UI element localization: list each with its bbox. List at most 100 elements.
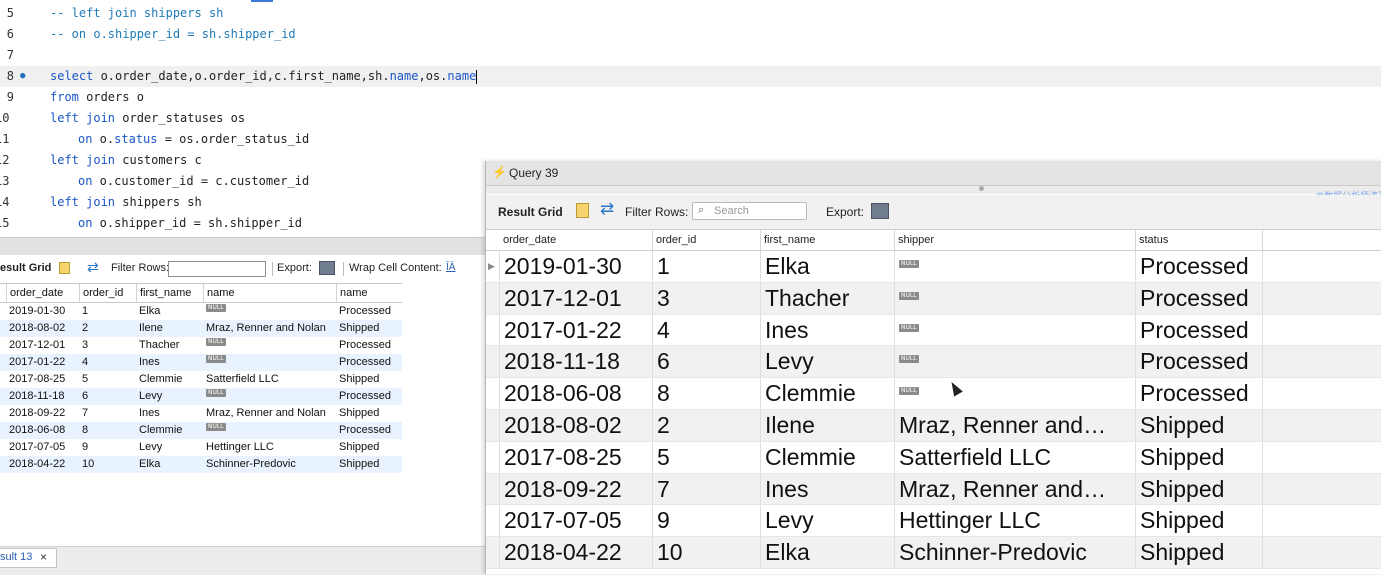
table-row[interactable]: 2017-12-01 3 Thacher NULL Processed — [0, 337, 402, 354]
table-cell[interactable]: Ilene — [760, 409, 894, 441]
table-cell[interactable]: 2018-09-22 — [500, 474, 652, 505]
table-cell[interactable]: Shipped — [336, 371, 402, 388]
table-cell[interactable]: Levy — [760, 505, 894, 537]
table-cell[interactable]: 5 — [652, 441, 760, 473]
table-cell[interactable]: Processed — [336, 388, 402, 405]
table-row[interactable]: 2017-01-22 4 Ines NULL Processed — [486, 314, 1381, 347]
table-row[interactable]: 2017-08-25 5 Clemmie Satterfield LLC Shipped — [486, 441, 1381, 474]
table-cell[interactable]: Shipped — [336, 456, 402, 473]
table-cell[interactable]: Levy — [760, 346, 894, 378]
table-cell[interactable]: 2018-11-18 — [6, 388, 79, 405]
table-row[interactable]: 2018-04-22 10 Elka Schinner-Predovic Shipped — [486, 537, 1381, 569]
grid-view-icon[interactable] — [59, 262, 70, 274]
table-row[interactable]: 2018-06-08 8 Clemmie NULL Processed — [0, 422, 402, 439]
row-selector[interactable] — [486, 473, 500, 505]
table-cell[interactable]: 2017-08-25 — [6, 371, 79, 388]
table-cell[interactable]: Ilene — [136, 320, 203, 337]
table-cell[interactable]: 6 — [79, 388, 136, 405]
table-row[interactable]: 2017-12-01 3 Thacher NULL Processed — [486, 282, 1381, 315]
table-cell[interactable]: 9 — [79, 439, 136, 456]
column-header[interactable]: status — [1135, 230, 1262, 250]
table-cell[interactable]: Mraz, Renner and… — [894, 409, 1135, 441]
table-cell[interactable]: NULL — [894, 378, 1135, 409]
code-line[interactable]: 10 left join order_statuses os — [0, 108, 1381, 129]
table-cell[interactable]: Shipped — [1135, 537, 1262, 568]
table-cell[interactable]: NULL — [203, 303, 336, 320]
table-cell[interactable]: 2018-08-02 — [500, 410, 652, 441]
table-cell[interactable]: 7 — [652, 473, 760, 505]
code-line[interactable]: 7 — [0, 45, 1381, 66]
table-cell[interactable]: NULL — [203, 337, 336, 354]
table-cell[interactable]: Hettinger LLC — [203, 439, 336, 456]
table-cell[interactable]: NULL — [894, 346, 1135, 378]
wrap-cell-icon[interactable]: ĪĀ — [446, 262, 455, 273]
table-cell[interactable]: NULL — [203, 388, 336, 405]
column-header[interactable]: shipper — [894, 230, 1135, 250]
result-grid-label[interactable]: esult Grid — [0, 262, 51, 274]
table-cell[interactable]: 2018-04-22 — [6, 456, 79, 473]
table-cell[interactable]: NULL — [894, 251, 1135, 282]
code-line[interactable]: 9 from orders o — [0, 87, 1381, 108]
table-cell[interactable]: 2 — [652, 409, 760, 441]
query-title[interactable]: Query 39 — [509, 166, 558, 180]
column-header[interactable]: order_date — [500, 230, 652, 250]
table-cell[interactable]: Shipped — [1135, 473, 1262, 505]
table-cell[interactable]: 2018-04-22 — [500, 537, 652, 568]
table-cell[interactable]: Elka — [136, 303, 203, 320]
table-cell[interactable]: Processed — [336, 303, 402, 320]
table-cell[interactable]: NULL — [203, 354, 336, 371]
table-cell[interactable]: 10 — [79, 456, 136, 473]
table-cell[interactable]: Processed — [1135, 251, 1262, 282]
table-cell[interactable]: Clemmie — [136, 371, 203, 388]
table-cell[interactable]: Hettinger LLC — [894, 505, 1135, 537]
table-cell[interactable]: 1 — [652, 251, 760, 282]
search-input[interactable]: ⌕ Search — [692, 202, 807, 220]
table-cell[interactable]: Shipped — [336, 405, 402, 422]
result-grid-label[interactable]: Result Grid — [498, 205, 563, 219]
row-selector[interactable] — [486, 282, 500, 314]
table-cell[interactable]: Mraz, Renner and… — [894, 473, 1135, 505]
table-cell[interactable]: 2017-12-01 — [500, 283, 652, 314]
table-cell[interactable]: Elka — [136, 456, 203, 473]
export-icon[interactable] — [319, 261, 335, 275]
table-cell[interactable]: Shipped — [336, 439, 402, 456]
table-row[interactable]: 2017-07-05 9 Levy Hettinger LLC Shipped — [486, 505, 1381, 538]
row-selector[interactable] — [486, 346, 500, 378]
export-icon[interactable] — [871, 203, 889, 219]
table-cell[interactable]: 2018-11-18 — [500, 346, 652, 377]
column-header[interactable]: first_name — [136, 284, 203, 302]
table-cell[interactable]: 2017-12-01 — [6, 337, 79, 354]
row-selector[interactable] — [486, 378, 500, 409]
table-cell[interactable]: Shipped — [1135, 441, 1262, 473]
table-cell[interactable]: Clemmie — [760, 441, 894, 473]
table-cell[interactable]: 2 — [79, 320, 136, 337]
refresh-icon[interactable]: ⇄ — [600, 199, 614, 219]
table-row[interactable]: 2017-08-25 5 Clemmie Satterfield LLC Shipped — [0, 371, 402, 388]
table-cell[interactable]: Processed — [336, 337, 402, 354]
table-cell[interactable]: 3 — [652, 282, 760, 314]
table-cell[interactable]: Elka — [760, 251, 894, 282]
table-cell[interactable]: Satterfield LLC — [203, 371, 336, 388]
code-line[interactable]: 5 -- left join shippers sh — [0, 3, 1381, 24]
table-cell[interactable]: 2017-07-05 — [500, 505, 652, 536]
row-selector[interactable] — [486, 441, 500, 473]
table-cell[interactable]: 2017-08-25 — [500, 442, 652, 473]
table-cell[interactable]: Processed — [1135, 346, 1262, 378]
code-line[interactable]: 11 on o.status = os.order_status_id — [0, 129, 1381, 150]
column-header[interactable]: order_id — [652, 230, 760, 250]
table-cell[interactable]: 2017-01-22 — [6, 354, 79, 371]
row-selector[interactable] — [486, 409, 500, 441]
table-row[interactable]: 2018-08-02 2 Ilene Mraz, Renner and Nolan Sh… — [0, 320, 402, 337]
table-cell[interactable]: NULL — [894, 282, 1135, 314]
table-cell[interactable]: 8 — [652, 378, 760, 409]
table-cell[interactable]: Processed — [1135, 282, 1262, 314]
table-cell[interactable]: Levy — [136, 439, 203, 456]
table-cell[interactable]: Ines — [136, 405, 203, 422]
table-cell[interactable]: 2018-09-22 — [6, 405, 79, 422]
table-row[interactable]: 2018-09-22 7 Ines Mraz, Renner and Nolan Shi… — [0, 405, 402, 422]
table-cell[interactable]: 2017-01-22 — [500, 315, 652, 346]
row-selector[interactable] — [486, 537, 500, 568]
table-cell[interactable]: Processed — [336, 422, 402, 439]
table-row[interactable]: 2018-09-22 7 Ines Mraz, Renner and… Shipped — [486, 473, 1381, 506]
table-row[interactable]: 2018-11-18 6 Levy NULL Processed — [0, 388, 402, 405]
